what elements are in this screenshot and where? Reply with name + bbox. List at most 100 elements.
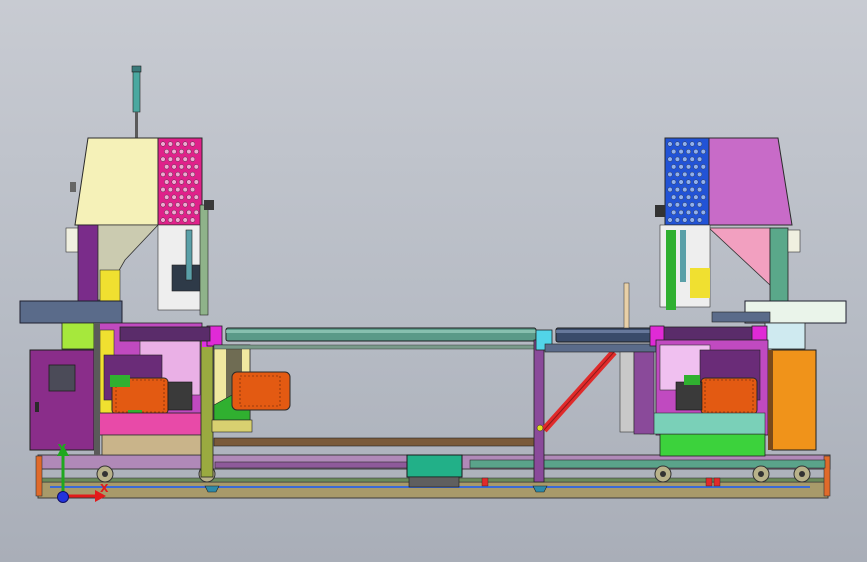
vent-hole bbox=[682, 156, 688, 162]
vent-hole bbox=[160, 141, 166, 147]
vent-hole bbox=[182, 187, 188, 193]
vent-hole bbox=[674, 141, 680, 147]
vent-hole bbox=[167, 156, 173, 162]
vent-hole bbox=[667, 187, 673, 193]
vent-hole bbox=[682, 187, 688, 193]
vent-hole bbox=[193, 209, 199, 215]
vent-hole bbox=[682, 171, 688, 177]
vent-hole bbox=[689, 217, 695, 223]
vent-hole bbox=[175, 171, 181, 177]
vent-hole bbox=[178, 149, 184, 155]
vent-hole bbox=[193, 194, 199, 200]
vent-hole bbox=[667, 171, 673, 177]
vent-hole bbox=[171, 209, 177, 215]
vent-hole bbox=[671, 194, 677, 200]
vent-hole bbox=[686, 179, 692, 185]
vent-hole bbox=[160, 217, 166, 223]
vent-hole bbox=[667, 202, 673, 208]
vent-hole bbox=[175, 156, 181, 162]
right-motor bbox=[700, 377, 758, 415]
y-axis-label: Y bbox=[57, 442, 67, 455]
vent-hole bbox=[689, 202, 695, 208]
vent-hole bbox=[167, 141, 173, 147]
vent-hole bbox=[164, 209, 170, 215]
vent-hole bbox=[678, 194, 684, 200]
vent-hole bbox=[182, 171, 188, 177]
vent-hole bbox=[186, 164, 192, 170]
carriage-motor bbox=[231, 371, 291, 411]
vent-hole bbox=[700, 149, 706, 155]
vent-hole bbox=[190, 141, 196, 147]
vent-hole bbox=[667, 156, 673, 162]
right-hood-panel bbox=[708, 137, 793, 226]
vent-hole bbox=[175, 217, 181, 223]
vent-hole bbox=[689, 187, 695, 193]
vent-hole bbox=[175, 141, 181, 147]
vent-hole bbox=[671, 209, 677, 215]
right-unit bbox=[619, 137, 847, 457]
vent-hole bbox=[671, 179, 677, 185]
vent-hole bbox=[682, 217, 688, 223]
vent-hole bbox=[182, 141, 188, 147]
vent-hole bbox=[697, 141, 703, 147]
vent-hole bbox=[682, 141, 688, 147]
vent-hole bbox=[186, 179, 192, 185]
x-axis-label: X bbox=[100, 482, 109, 495]
vent-hole bbox=[697, 187, 703, 193]
vent-hole bbox=[674, 217, 680, 223]
main-roller bbox=[119, 326, 537, 342]
right-electrical-cabinet bbox=[771, 349, 817, 451]
vent-hole bbox=[178, 209, 184, 215]
vent-hole bbox=[182, 217, 188, 223]
vent-hole bbox=[678, 149, 684, 155]
vent-hole bbox=[693, 179, 699, 185]
vent-hole bbox=[682, 202, 688, 208]
vent-hole bbox=[190, 217, 196, 223]
vent-hole bbox=[686, 209, 692, 215]
vent-hole bbox=[689, 171, 695, 177]
vent-hole bbox=[186, 149, 192, 155]
vent-hole bbox=[164, 179, 170, 185]
vent-hole bbox=[186, 209, 192, 215]
vent-hole bbox=[700, 194, 706, 200]
vent-hole bbox=[674, 171, 680, 177]
cad-viewport[interactable]: Y X bbox=[0, 0, 867, 562]
vent-hole bbox=[674, 156, 680, 162]
vent-hole bbox=[164, 149, 170, 155]
vent-hole bbox=[160, 187, 166, 193]
left-unit bbox=[19, 65, 223, 478]
center-base-block bbox=[406, 454, 463, 478]
vent-hole bbox=[167, 217, 173, 223]
vent-hole bbox=[667, 141, 673, 147]
vent-hole bbox=[175, 187, 181, 193]
vent-hole bbox=[667, 217, 673, 223]
vent-hole bbox=[190, 171, 196, 177]
vent-hole bbox=[700, 209, 706, 215]
vent-hole bbox=[674, 187, 680, 193]
center-base-foot bbox=[408, 476, 460, 488]
vent-hole bbox=[175, 202, 181, 208]
vent-hole bbox=[160, 171, 166, 177]
vent-hole bbox=[167, 171, 173, 177]
left-support-beam bbox=[19, 300, 123, 324]
vent-hole bbox=[164, 194, 170, 200]
left-carriage bbox=[211, 344, 291, 433]
vent-hole bbox=[697, 171, 703, 177]
vent-hole bbox=[678, 179, 684, 185]
vent-hole bbox=[171, 179, 177, 185]
vent-hole bbox=[700, 164, 706, 170]
vent-hole bbox=[686, 149, 692, 155]
vent-hole bbox=[190, 187, 196, 193]
left-cabinet-display bbox=[48, 364, 76, 392]
vent-hole bbox=[171, 194, 177, 200]
vent-hole bbox=[193, 164, 199, 170]
vent-hole bbox=[671, 164, 677, 170]
vent-hole bbox=[689, 141, 695, 147]
vent-hole bbox=[693, 149, 699, 155]
vent-hole bbox=[678, 164, 684, 170]
lower-tie-bar bbox=[213, 437, 537, 447]
vent-hole bbox=[693, 194, 699, 200]
vent-hole bbox=[700, 179, 706, 185]
z-axis-dot bbox=[57, 491, 69, 503]
vent-hole bbox=[193, 149, 199, 155]
